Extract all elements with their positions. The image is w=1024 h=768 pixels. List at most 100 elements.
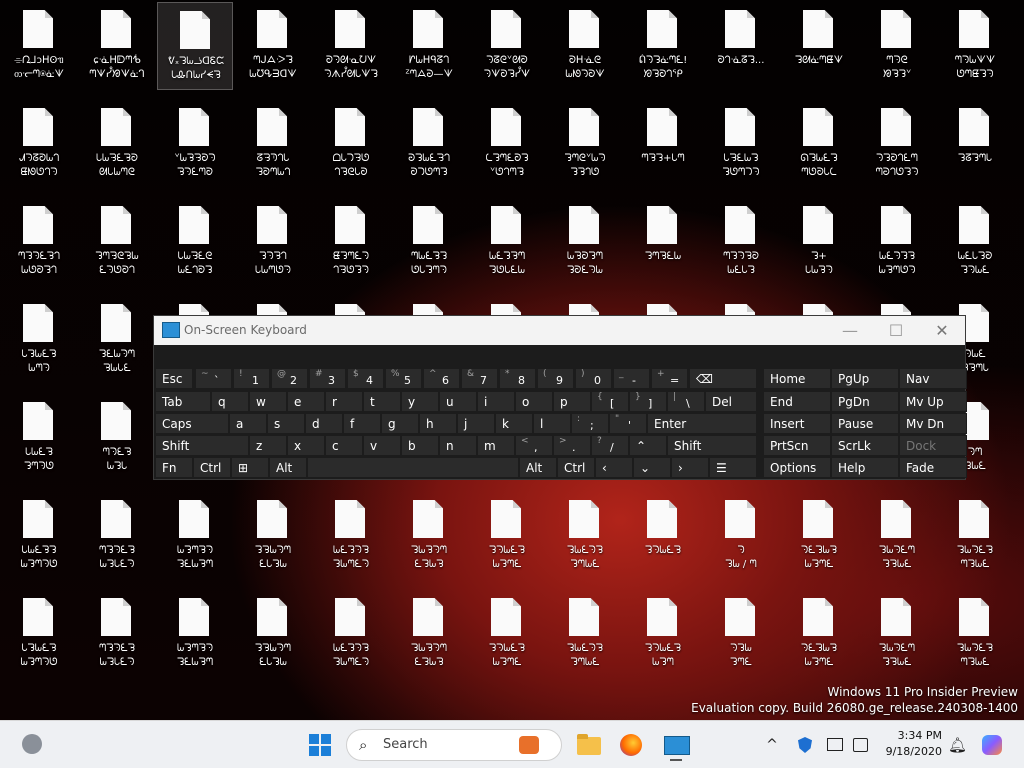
key-mvup[interactable]: Mv Up	[899, 391, 967, 412]
on-screen-keyboard-taskbar-icon[interactable]	[662, 729, 690, 761]
key-lb[interactable]: {[	[591, 391, 629, 412]
desktop-file-icon[interactable]: ᕢᘆᘊᓎᘉᘍ! ᘞᘋᘐᘃᕿ	[625, 2, 701, 90]
key-a[interactable]: a	[229, 413, 267, 434]
desktop-file-icon[interactable]: ᗁᘈᕼᑫᘔᘃ ᙆᘉᗋᘒ—ᗐ	[391, 2, 467, 90]
desktop-file-icon[interactable]: ᘂᘈᘍᘋ ᘊᘉᘆᘎ	[1, 394, 77, 482]
key-q[interactable]: q	[211, 391, 249, 412]
key-enter[interactable]: Enter	[647, 413, 757, 434]
key-dock[interactable]: Dock	[899, 435, 967, 456]
desktop-file-icon[interactable]: ᘊᘍᘈᘆᘉ ᘋᘈᘂᘍ	[79, 296, 155, 384]
desktop-file-icon[interactable]: ᘊᘆᘋᘃ ᘂᘈᘉᘎᘆ	[235, 198, 311, 286]
key-semi[interactable]: :;	[571, 413, 609, 434]
desktop-file-icon[interactable]: ᘊ+ ᘂᘈᘋᘆ	[781, 198, 857, 286]
key-home[interactable]: Home	[763, 368, 831, 389]
key-w[interactable]: w	[249, 391, 287, 412]
desktop-file-icon[interactable]: ᘊᘈᘍᘆᘋ ᘊᘉᘈᘍ	[547, 590, 623, 678]
key-n0[interactable]: ) 0	[575, 368, 612, 389]
file-explorer-icon[interactable]	[576, 729, 602, 761]
desktop-file-icon[interactable]: ᘊᘉᘓᘁᘈᘆ ᘊᘋᘃᘎ	[547, 100, 623, 188]
key-del[interactable]: Del	[705, 391, 757, 412]
desktop-file-icon[interactable]: ᘉᘊᘆᘋᘐ ᘈᘍᘂᘊ	[703, 198, 779, 286]
key-j[interactable]: j	[457, 413, 495, 434]
desktop-file-icon[interactable]: ᘉᘆᘈᗐᗐ ᘎᘉᘀᘊᘆ	[937, 2, 1013, 90]
desktop-file-icon[interactable]: ᘉᘊᘆᘍᘋ ᘈᘊᘂᘍᘆ	[79, 492, 155, 580]
key-alt[interactable]: Alt	[269, 457, 307, 478]
desktop-file-icon[interactable]: ᘆᘊᘐᘃᘍᘉ ᘉᘒᘃᘎᘊᘆ	[859, 100, 935, 188]
desktop-file-icon[interactable]: ᘈᘍᘊᘆᘋ ᘊᘈᘉᘍᘆ	[313, 590, 389, 678]
desktop-file-icon[interactable]: ᘔᘌᘅᘃᘂ ᘊᘐᘉᘈᘃ	[235, 100, 311, 188]
key-quote[interactable]: " '	[609, 413, 647, 434]
desktop-file-icon[interactable]: ᘆᘍᘊᘈᘋ ᘈᘊᘉᘍ	[781, 590, 857, 678]
desktop-file-icon[interactable]: ᘉᘊᘆᘍᘋᘃ ᘈᘎᘐᘊᘃ	[1, 198, 77, 286]
key-comma[interactable]: <,	[515, 435, 553, 456]
desktop-file-icon[interactable]: ᘈᘍᘊᘆᘋ ᘊᘈᘉᘍᘆ	[313, 492, 389, 580]
desktop-file-icon[interactable]: ᘉᘊᘆᘍᘋ ᘈᘊᘂᘍᘆ	[79, 590, 155, 678]
key-n3[interactable]: #3	[309, 368, 346, 389]
key-e[interactable]: e	[287, 391, 325, 412]
desktop-file-icon[interactable]: ᘊᘆᘈᘍᘋ ᘈᘊᘉᘍ	[469, 590, 545, 678]
desktop-file-icon[interactable]: ᘉᘆᘓ ᘟᘋᘊᘁ	[859, 2, 935, 90]
key-b[interactable]: b	[401, 435, 439, 456]
key-y[interactable]: y	[401, 391, 439, 412]
desktop-file-icon[interactable]: ᘂᘈᘌᘍᘋᘐ ᘛᘂᘈᘉᘓ	[79, 100, 155, 188]
key-slash[interactable]: ? /	[591, 435, 629, 456]
key-win[interactable]: ⊞	[231, 457, 269, 478]
key-menu[interactable]: ☰	[709, 457, 757, 478]
key-shift[interactable]: Shift	[155, 435, 249, 456]
desktop-file-icon[interactable]: ᘇᘊᘉᘍᘐᘊ ᘁᘎᘃᘉᘋ	[469, 100, 545, 188]
desktop-file-icon[interactable]: ᘆᘔᘓᘁᘛᘐ ᘆᗐᘐᘋᓮᗐ	[469, 2, 545, 90]
key-dot[interactable]: >.	[553, 435, 591, 456]
key-right[interactable]: ›	[671, 457, 709, 478]
desktop-file-icon[interactable]: ᘀᘊᘉᘍᘆ ᘃᘌᘎᘊᘆ	[313, 198, 389, 286]
key-n2[interactable]: @2	[271, 368, 308, 389]
desktop-file-icon[interactable]: ᘊᘈᘆᘍᘉ ᘊᘋᘈᘍ	[859, 590, 935, 678]
key-s[interactable]: s	[267, 413, 305, 434]
desktop-file-icon[interactable]: ᘊᘈᘋᘆᘉ ᘍᘊᘈᘋ	[391, 590, 467, 678]
key-tilde[interactable]: ~ `	[195, 368, 232, 389]
key-u[interactable]: u	[439, 391, 477, 412]
close-button[interactable]: ✕	[919, 316, 965, 345]
key-pause[interactable]: Pause	[831, 413, 899, 434]
key-n9[interactable]: (9	[537, 368, 574, 389]
key-minus[interactable]: _ -	[613, 368, 650, 389]
key-nav[interactable]: Nav	[899, 368, 967, 389]
desktop-file-icon[interactable]: ᘆᘍᘊᘈᘋ ᘈᘊᘉᘍ	[781, 492, 857, 580]
desktop-file-icon[interactable]: ᘊᘉᘌᘓᘋᘈ ᘍᘆᘎᘐᘃ	[79, 198, 155, 286]
desktop-file-icon[interactable]: ᘐᘆᘛᓋᘢᗐ ᘆᗑᓮᘛᘂᗐᘊ	[313, 2, 389, 90]
security-shield-icon[interactable]	[796, 729, 814, 761]
desktop-file-icon[interactable]: ᗝᘂᘄᘌᘎ ᘃᘋᘓᘂᘐ	[313, 100, 389, 188]
key-shift-r[interactable]: Shift	[667, 435, 757, 456]
desktop-file-icon[interactable]: ᘊᘆᘈᘍᘋ ᘈᘊᘉ	[625, 590, 701, 678]
desktop-file-icon[interactable]: ᘆ ᘊᘈ / ᘉ	[703, 492, 779, 580]
osk-title-bar[interactable]: On-Screen Keyboard — ☐ ✕	[154, 316, 965, 345]
desktop-file-icon[interactable]: ᘈᘊᘉᘋᘆ ᘊᘍᘈᘋᘉ	[157, 492, 233, 580]
desktop-file-icon[interactable]: ᘉᘋᘊ+ᘂᘉ	[625, 100, 701, 188]
desktop-file-icon[interactable]: ᘈᘍᘂᘊᘐ ᘊᘆᘈᘍ	[937, 198, 1013, 286]
key-alt-r[interactable]: Alt	[519, 457, 557, 478]
network-disconnected-icon[interactable]	[852, 729, 870, 761]
key-p[interactable]: p	[553, 391, 591, 412]
desktop-file-icon[interactable]: ᘐᘃᓍᘔᘊ...	[703, 2, 779, 90]
desktop-file-icon[interactable]: ᘊᘈᘍᘆᘋ ᘊᘉᘈᘍ	[547, 492, 623, 580]
key-k[interactable]: k	[495, 413, 533, 434]
key-i[interactable]: i	[477, 391, 515, 412]
desktop-file-icon[interactable]: ᘐᕼᓍᘓ ᘈᘚᘆᘐᗐ	[547, 2, 623, 90]
desktop-file-icon[interactable]: ᘈᘋᘐᘊᘉ ᘊᘐᘍᘆᘈ	[547, 198, 623, 286]
maximize-button[interactable]: ☐	[873, 316, 919, 345]
key-fade[interactable]: Fade	[899, 457, 967, 478]
key-ctrl-r[interactable]: Ctrl	[557, 457, 595, 478]
key-f[interactable]: f	[343, 413, 381, 434]
start-icon[interactable]	[305, 729, 335, 761]
key-c[interactable]: c	[325, 435, 363, 456]
key-esc[interactable]: Esc	[155, 368, 193, 389]
key-tab[interactable]: Tab	[155, 391, 211, 412]
key-x[interactable]: x	[287, 435, 325, 456]
key-insert[interactable]: Insert	[763, 413, 831, 434]
display-icon[interactable]	[826, 729, 844, 761]
desktop-file-icon[interactable]: ᘏᘊᘈᘍᘊ ᘉᘎᘐᘂᘇ	[781, 100, 857, 188]
key-rb[interactable]: }]	[629, 391, 667, 412]
key-space[interactable]	[307, 457, 519, 478]
key-z[interactable]: z	[249, 435, 287, 456]
desktop-file-icon[interactable]: ɕᓍᕼᗟᘉᕺ ᘉᗐᓮᘟᗐᓎᒉ	[79, 2, 155, 90]
desktop-file-icon[interactable]: ⌯ᘩ⅃ɔᕼʘᥓ ᦎᓞᘉ⍟ᓎᗐ	[1, 2, 77, 90]
